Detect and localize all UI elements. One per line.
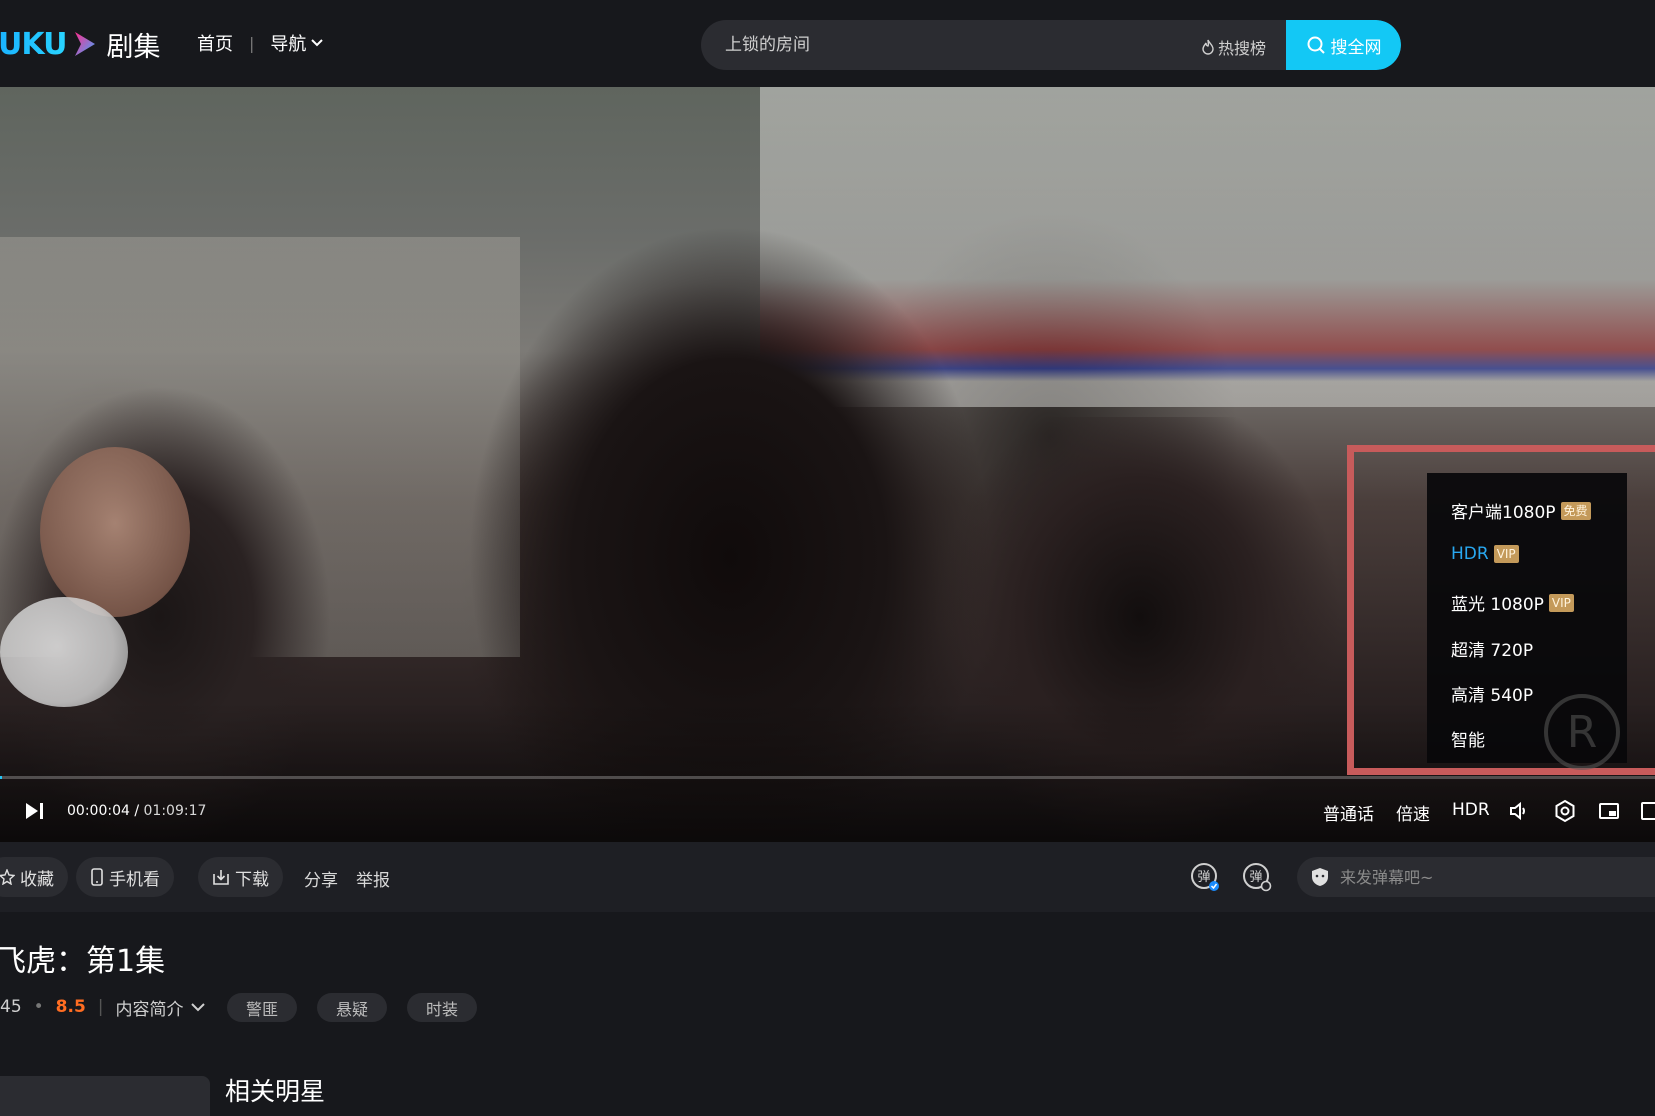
top-header: UKU 剧集 首页 | 导航 热搜榜 搜全网 (0, 0, 1655, 87)
player-controls: 00:00:04 / 01:09:17 普通话 倍速 HDR (0, 787, 1655, 837)
time-display: 00:00:04 / 01:09:17 (67, 803, 206, 819)
share-link[interactable]: 分享 (304, 866, 338, 891)
search-all-label: 搜全网 (1330, 37, 1382, 58)
episode-meta: 45 • 8.5 | 内容简介 (0, 992, 206, 1022)
quality-option-label: HDR (1451, 544, 1489, 564)
nav-menu-link[interactable]: 导航 (270, 30, 306, 56)
intro-toggle[interactable]: 内容简介 (116, 995, 184, 1020)
hot-search-label: 热搜榜 (1218, 39, 1267, 58)
genre-tag[interactable]: 时装 (407, 993, 478, 1022)
logo-subtitle: 剧集 (106, 31, 161, 63)
quality-option-bluray-1080p[interactable]: 蓝光 1080P VIP (1451, 590, 1574, 615)
settings-icon[interactable] (1553, 799, 1577, 823)
rating-score: 8.5 (55, 997, 86, 1017)
quality-option-hdr[interactable]: HDR VIP (1451, 544, 1519, 564)
search-bar: 热搜榜 搜全网 (701, 20, 1401, 70)
mobile-watch-label: 手机看 (109, 869, 160, 890)
related-stars-heading: 相关明星 (225, 1077, 326, 1106)
star-icon (0, 869, 15, 885)
meta-dot: • (33, 997, 44, 1017)
speed-button[interactable]: 倍速 (1396, 800, 1430, 825)
nav-separator: | (249, 33, 255, 53)
hot-search-link[interactable]: 热搜榜 (1201, 35, 1266, 59)
youku-logo[interactable]: UKU 剧集 (0, 24, 160, 64)
phone-icon (91, 868, 103, 886)
report-link[interactable]: 举报 (356, 866, 390, 891)
quality-option-label: 智能 (1451, 731, 1485, 751)
time-separator: / (129, 803, 144, 819)
quality-option-720p[interactable]: 超清 720P (1451, 636, 1533, 661)
download-icon (213, 870, 229, 885)
language-button[interactable]: 普通话 (1323, 800, 1374, 825)
time-total: 01:09:17 (143, 803, 207, 819)
shield-icon (1312, 868, 1328, 886)
collect-label: 收藏 (20, 869, 54, 890)
vip-badge: VIP (1548, 593, 1574, 612)
collect-button[interactable]: 收藏 (0, 857, 68, 897)
search-icon (1307, 36, 1325, 54)
quality-option-label: 客户端1080P (1451, 503, 1556, 523)
play-next-icon[interactable] (24, 801, 46, 821)
quality-button[interactable]: HDR (1452, 800, 1490, 820)
quality-option-label: 高清 540P (1451, 686, 1534, 706)
nav-home-link[interactable]: 首页 (197, 30, 233, 56)
picture-in-picture-icon[interactable] (1597, 799, 1621, 823)
play-logo-icon (75, 32, 96, 56)
quality-option-label: 蓝光 1080P (1451, 595, 1544, 615)
quality-option-label: 超清 720P (1451, 641, 1534, 661)
star-thumbnail[interactable] (0, 1076, 210, 1116)
logo-text: UKU (0, 26, 67, 62)
svg-text:弹: 弹 (1250, 870, 1263, 885)
quality-option-client-1080p[interactable]: 客户端1080P 免费 (1451, 498, 1591, 523)
genre-tag[interactable]: 悬疑 (317, 993, 388, 1022)
free-badge: 免费 (1560, 501, 1591, 520)
danmu-input[interactable] (1340, 857, 1640, 897)
progress-bar[interactable] (0, 776, 1655, 779)
download-button[interactable]: 下载 (198, 857, 283, 897)
meta-prefix: 45 (0, 997, 22, 1017)
genre-tag[interactable]: 警匪 (227, 993, 298, 1022)
danmu-settings-icon[interactable]: 弹 (1189, 861, 1221, 893)
top-nav: 首页 | 导航 (197, 30, 324, 56)
flame-icon (1202, 39, 1214, 55)
watermark-logo: R (1544, 694, 1620, 770)
search-input[interactable] (725, 20, 1145, 70)
download-label: 下载 (235, 869, 269, 890)
danmu-toggle-icon[interactable]: 弹 (1241, 861, 1273, 893)
time-current: 00:00:04 (67, 803, 130, 819)
svg-text:弹: 弹 (1198, 870, 1211, 885)
search-all-button[interactable]: 搜全网 (1286, 20, 1401, 70)
episode-title: 飞虎：第1集 (0, 944, 166, 979)
chevron-down-icon[interactable] (310, 36, 324, 50)
fullscreen-icon[interactable] (1640, 799, 1655, 823)
action-bar: 收藏 手机看 下载 分享 举报 弹 弹 (0, 842, 1655, 912)
video-frame-face (40, 447, 190, 617)
mobile-watch-button[interactable]: 手机看 (76, 857, 174, 897)
quality-option-540p[interactable]: 高清 540P (1451, 681, 1533, 706)
video-frame-microphone (0, 597, 128, 707)
vip-badge: VIP (1493, 545, 1519, 563)
danmu-input-box (1297, 857, 1655, 897)
volume-icon[interactable] (1507, 799, 1531, 823)
chevron-down-icon[interactable] (190, 999, 206, 1015)
progress-fill (0, 776, 2, 779)
meta-divider: | (97, 997, 104, 1017)
quality-option-auto[interactable]: 智能 (1451, 726, 1485, 751)
